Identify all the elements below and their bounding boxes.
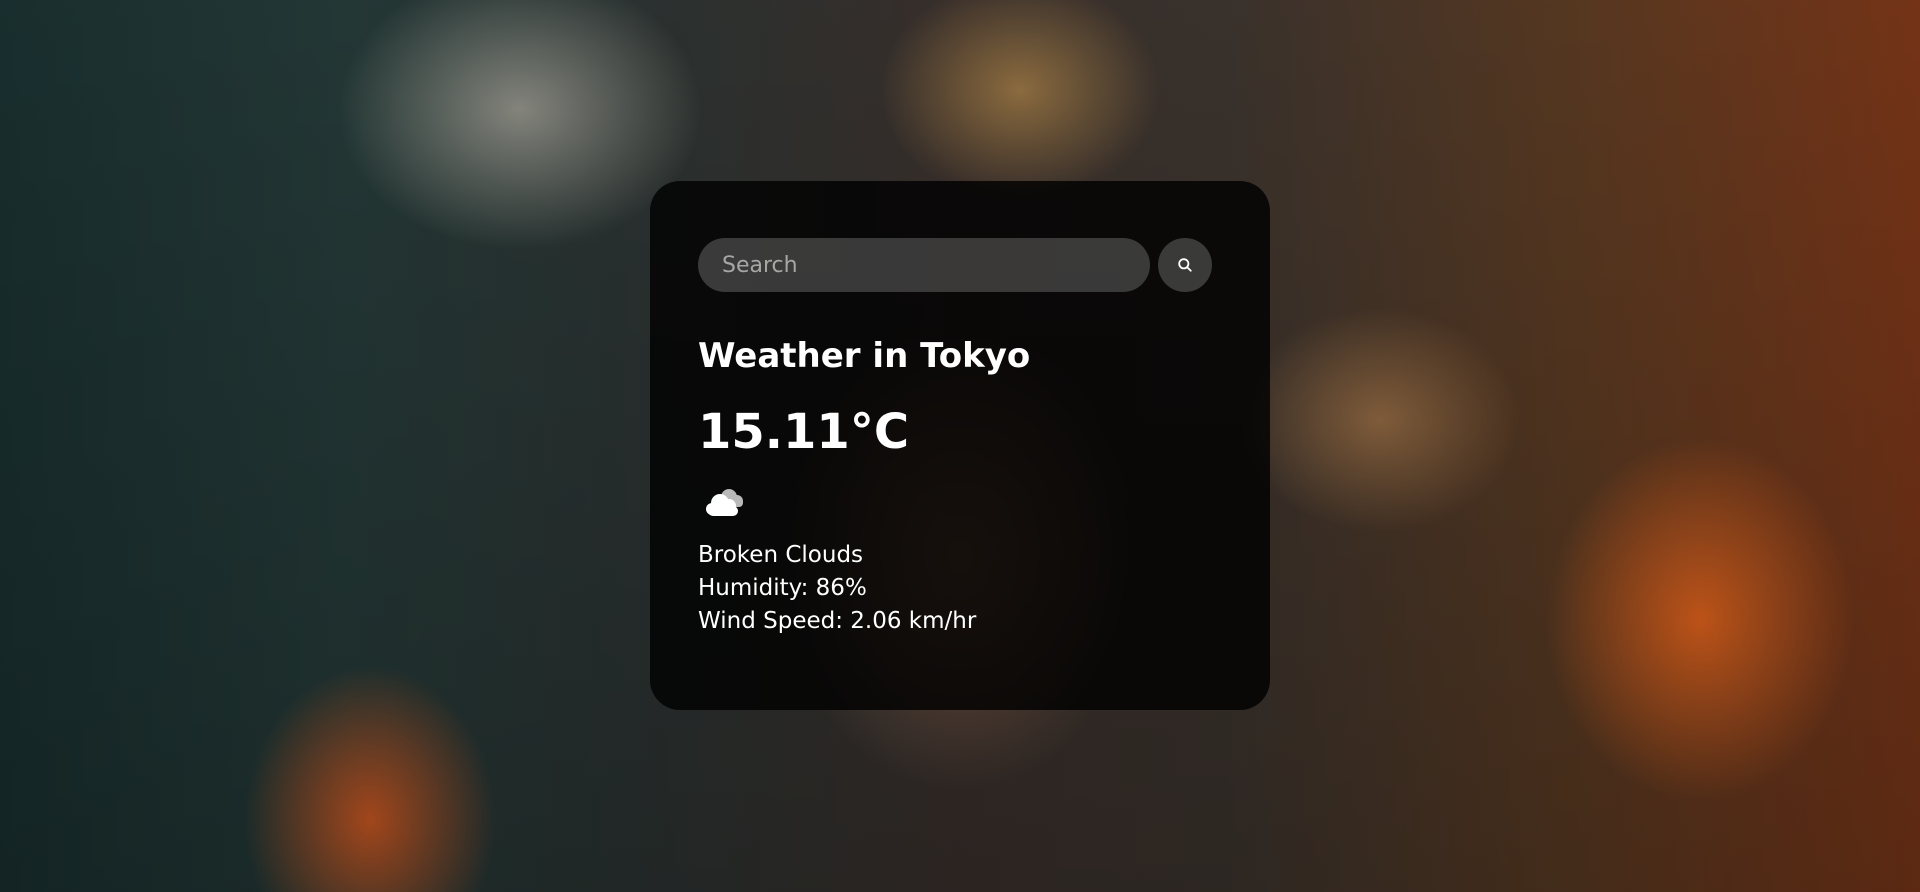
weather-description: Broken Clouds [698, 542, 864, 568]
search-bar [698, 238, 1222, 292]
humidity-label: Humidity: 86% [698, 575, 867, 601]
wind-speed-label: Wind Speed: 2.06 km/hr [698, 608, 977, 634]
search-icon [1178, 258, 1192, 272]
search-input[interactable] [698, 238, 1150, 292]
weather-icon [698, 479, 758, 529]
temperature: 15.11°C [698, 404, 910, 460]
weather-card: Weather in Tokyo 15.11°C Broken Clouds H… [650, 181, 1270, 710]
city-title: Weather in Tokyo [698, 336, 1031, 376]
search-button[interactable] [1158, 238, 1212, 292]
cloud-icon [706, 489, 743, 516]
